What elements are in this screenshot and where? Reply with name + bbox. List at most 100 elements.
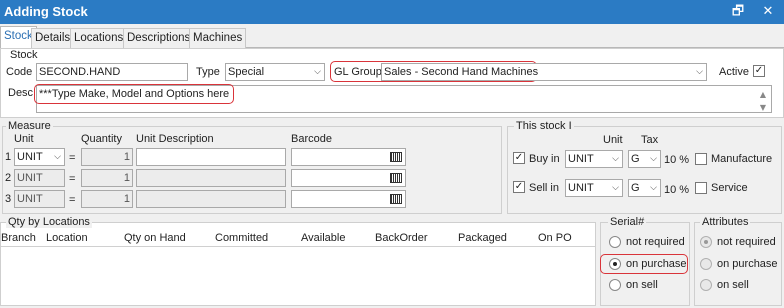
serial-on-purchase-label: on purchase [626,258,687,270]
measure-unit-select[interactable]: UNIT ⌵ [14,148,65,166]
sell-in-label: Sell in [529,182,559,194]
buy-in-checkbox[interactable]: ✓ [513,152,525,164]
measure-col-unit: Unit [14,133,34,145]
chevron-down-icon: ⌵ [612,183,619,193]
scroll-down-icon[interactable]: ▼ [757,100,769,112]
buy-unit-select[interactable]: UNIT ⌵ [565,150,623,168]
qty-by-locations-title: Qty by Locations [6,216,92,228]
col-committed[interactable]: Committed [215,232,268,244]
restore-icon[interactable]: 🗗 [730,4,746,20]
gl-group-select[interactable]: Sales - Second Hand Machines ⌵ [381,63,707,81]
serial-on-purchase-radio[interactable] [609,258,621,270]
chevron-down-icon: ⌵ [650,154,657,164]
title-bar: Adding Stock 🗗 ✕ [0,0,784,24]
col-branch[interactable]: Branch [1,232,36,244]
barcode-icon[interactable] [390,173,402,183]
chevron-down-icon: ⌵ [54,152,61,162]
sell-unit-select[interactable]: UNIT ⌵ [565,179,623,197]
window-title: Adding Stock [4,4,88,19]
attributes-on-sell-radio[interactable] [700,279,712,291]
measure-quantity: 1 [81,190,133,208]
measure-quantity: 1 [81,148,133,166]
serial-on-sell-radio[interactable] [609,279,621,291]
measure-unit-description-input[interactable] [136,148,286,166]
col-packaged[interactable]: Packaged [458,232,507,244]
measure-unit-description-input [136,169,286,187]
attributes-on-sell-label: on sell [717,279,749,291]
code-label: Code [6,66,33,78]
this-stock-col-tax: Tax [641,134,659,146]
sell-in-checkbox[interactable]: ✓ [513,181,525,193]
close-icon[interactable]: ✕ [760,4,776,20]
type-select[interactable]: Special ⌵ [225,63,325,81]
measure-quantity: 1 [81,169,133,187]
serial-section-title: Serial# [608,216,647,228]
attributes-not-required-label: not required [717,236,776,248]
barcode-icon[interactable] [390,152,402,162]
service-label: Service [711,182,748,194]
measure-unit-field: UNIT [14,169,65,187]
col-on-po[interactable]: On PO [538,232,572,244]
type-label: Type [196,66,220,78]
service-checkbox[interactable] [695,182,707,194]
code-input[interactable]: SECOND.HAND [36,63,188,81]
buy-tax-value: G [631,153,640,165]
measure-barcode-input[interactable] [291,148,406,166]
active-label: Active [719,66,749,78]
chevron-down-icon: ⌵ [696,67,703,77]
equals-sign: = [69,173,76,185]
col-backorder[interactable]: BackOrder [375,232,428,244]
col-qty-on-hand[interactable]: Qty on Hand [124,232,186,244]
measure-col-barcode: Barcode [291,133,332,145]
sell-tax-value: G [631,182,640,194]
serial-not-required-label: not required [626,236,685,248]
sell-unit-value: UNIT [568,182,594,194]
tab-details[interactable]: Details [31,28,75,48]
desc-highlight [34,84,234,104]
attributes-on-purchase-radio[interactable] [700,258,712,270]
measure-unit-field: UNIT [14,190,65,208]
attributes-not-required-radio[interactable] [700,236,712,248]
measure-section-title: Measure [6,120,53,132]
attributes-on-purchase-label: on purchase [717,258,778,270]
type-value: Special [228,66,265,78]
sell-tax-select[interactable]: G ⌵ [628,179,661,197]
measure-col-unit-description: Unit Description [136,133,214,145]
measure-unit-description-input [136,190,286,208]
measure-row-index: 1 [5,151,12,163]
chevron-down-icon: ⌵ [314,67,321,77]
this-stock-section-title: This stock I [514,120,574,132]
buy-tax-percent: 10 % [664,154,690,166]
barcode-icon[interactable] [390,194,402,204]
col-available[interactable]: Available [301,232,345,244]
measure-row-index: 2 [5,172,12,184]
gl-group-value: Sales - Second Hand Machines [384,66,539,78]
equals-sign: = [69,194,76,206]
measure-row-index: 3 [5,193,12,205]
manufacture-checkbox[interactable] [695,153,707,165]
measure-col-quantity: Quantity [81,133,122,145]
scroll-up-icon[interactable]: ▲ [757,87,769,99]
buy-in-label: Buy in [529,153,560,165]
serial-not-required-radio[interactable] [609,236,621,248]
tab-machines[interactable]: Machines [189,28,247,48]
measure-unit-value: UNIT [17,151,43,163]
buy-tax-select[interactable]: G ⌵ [628,150,661,168]
chevron-down-icon: ⌵ [612,154,619,164]
locations-grid-header: Branch Location Qty on Hand Committed Av… [1,231,595,247]
gl-group-label: GL Group [334,66,382,78]
tab-descriptions[interactable]: Descriptions [123,28,195,48]
measure-barcode-input[interactable] [291,169,406,187]
col-location[interactable]: Location [46,232,88,244]
manufacture-label: Manufacture [711,153,773,165]
equals-sign: = [69,152,76,164]
serial-on-sell-label: on sell [626,279,658,291]
tab-locations[interactable]: Locations [70,28,128,48]
tab-bar: Stock Details Locations Descriptions Mac… [0,26,784,49]
stock-section-title: Stock [10,49,38,61]
measure-barcode-input[interactable] [291,190,406,208]
chevron-down-icon: ⌵ [650,183,657,193]
active-checkbox[interactable]: ✓ [753,65,765,77]
this-stock-col-unit: Unit [603,134,623,146]
desc-label: Desc [8,87,34,99]
